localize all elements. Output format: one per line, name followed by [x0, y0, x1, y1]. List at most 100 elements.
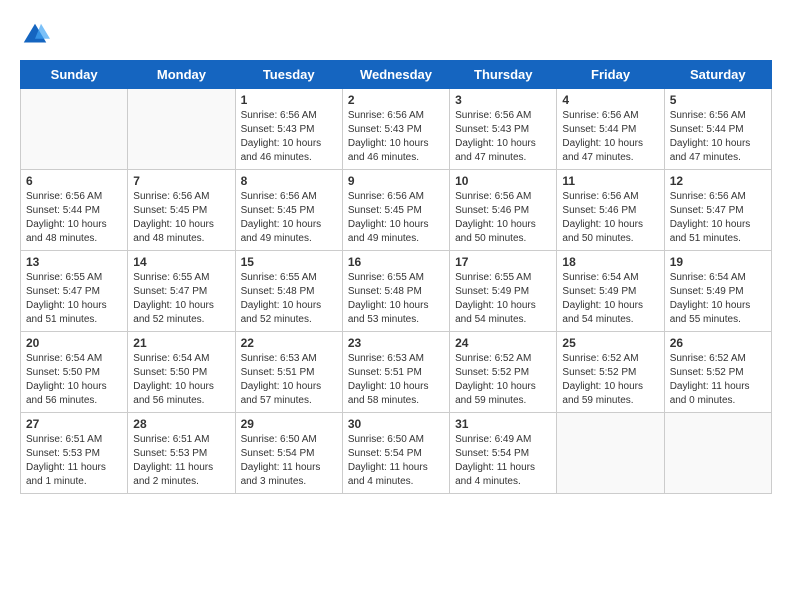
calendar-cell: 13 Sunrise: 6:55 AM Sunset: 5:47 PM Dayli… — [21, 251, 128, 332]
calendar-week-0: 1Sunrise: 6:56 AM Sunset: 5:43 PM Daylig… — [21, 89, 772, 170]
cell-content: Sunrise: 6:50 AM Sunset: 5:54 PM Dayligh… — [241, 433, 337, 489]
calendar-cell: 15 Sunrise: 6:55 AM Sunset: 5:48 PM Dayli… — [235, 251, 342, 332]
page-header — [20, 20, 772, 50]
cell-content: Sunrise: 6:56 AM Sunset: 5:46 PM Dayligh… — [562, 190, 658, 246]
day-number: 23 — [348, 336, 444, 350]
day-number: 20 — [26, 336, 122, 350]
calendar-cell: 12Sunrise: 6:56 AM Sunset: 5:47 PM Dayli… — [664, 170, 771, 251]
cell-content: Sunrise: 6:56 AM Sunset: 5:45 PM Dayligh… — [241, 190, 337, 246]
cell-content: Sunrise: 6:54 AM Sunset: 5:49 PM Dayligh… — [562, 271, 658, 327]
day-number: 11 — [562, 174, 658, 188]
day-number: 8 — [241, 174, 337, 188]
logo-icon — [20, 20, 50, 50]
calendar-cell: 27 Sunrise: 6:51 AM Sunset: 5:53 PM Dayli… — [21, 413, 128, 494]
calendar-cell: 21Sunrise: 6:54 AM Sunset: 5:50 PM Dayli… — [128, 332, 235, 413]
calendar-cell: 2Sunrise: 6:56 AM Sunset: 5:43 PM Daylig… — [342, 89, 449, 170]
cell-content: Sunrise: 6:55 AM Sunset: 5:48 PM Dayligh… — [241, 271, 337, 327]
calendar-cell: 22 Sunrise: 6:53 AM Sunset: 5:51 PM Dayli… — [235, 332, 342, 413]
day-number: 25 — [562, 336, 658, 350]
cell-content: Sunrise: 6:53 AM Sunset: 5:51 PM Dayligh… — [241, 352, 337, 408]
day-header-friday: Friday — [557, 61, 664, 89]
cell-content: Sunrise: 6:55 AM Sunset: 5:47 PM Dayligh… — [26, 271, 122, 327]
cell-content: Sunrise: 6:56 AM Sunset: 5:45 PM Dayligh… — [348, 190, 444, 246]
cell-content: Sunrise: 6:54 AM Sunset: 5:50 PM Dayligh… — [133, 352, 229, 408]
day-number: 12 — [670, 174, 766, 188]
calendar-cell: 30 Sunrise: 6:50 AM Sunset: 5:54 PM Dayli… — [342, 413, 449, 494]
days-header-row: SundayMondayTuesdayWednesdayThursdayFrid… — [21, 61, 772, 89]
calendar-cell: 24 Sunrise: 6:52 AM Sunset: 5:52 PM Dayli… — [450, 332, 557, 413]
calendar-cell: 8 Sunrise: 6:56 AM Sunset: 5:45 PM Daylig… — [235, 170, 342, 251]
cell-content: Sunrise: 6:56 AM Sunset: 5:46 PM Dayligh… — [455, 190, 551, 246]
cell-content: Sunrise: 6:52 AM Sunset: 5:52 PM Dayligh… — [562, 352, 658, 408]
calendar-cell — [664, 413, 771, 494]
cell-content: Sunrise: 6:55 AM Sunset: 5:47 PM Dayligh… — [133, 271, 229, 327]
day-header-sunday: Sunday — [21, 61, 128, 89]
cell-content: Sunrise: 6:51 AM Sunset: 5:53 PM Dayligh… — [26, 433, 122, 489]
day-number: 3 — [455, 93, 551, 107]
calendar-cell — [128, 89, 235, 170]
day-number: 10 — [455, 174, 551, 188]
calendar-table: SundayMondayTuesdayWednesdayThursdayFrid… — [20, 60, 772, 494]
logo — [20, 20, 52, 50]
day-number: 29 — [241, 417, 337, 431]
calendar-cell: 17 Sunrise: 6:55 AM Sunset: 5:49 PM Dayli… — [450, 251, 557, 332]
calendar-cell: 3Sunrise: 6:56 AM Sunset: 5:43 PM Daylig… — [450, 89, 557, 170]
cell-content: Sunrise: 6:56 AM Sunset: 5:43 PM Dayligh… — [241, 109, 337, 165]
calendar-cell: 4 Sunrise: 6:56 AM Sunset: 5:44 PM Daylig… — [557, 89, 664, 170]
day-number: 22 — [241, 336, 337, 350]
calendar-cell: 18 Sunrise: 6:54 AM Sunset: 5:49 PM Dayli… — [557, 251, 664, 332]
cell-content: Sunrise: 6:55 AM Sunset: 5:49 PM Dayligh… — [455, 271, 551, 327]
calendar-cell: 28 Sunrise: 6:51 AM Sunset: 5:53 PM Dayli… — [128, 413, 235, 494]
day-number: 9 — [348, 174, 444, 188]
calendar-cell: 23 Sunrise: 6:53 AM Sunset: 5:51 PM Dayli… — [342, 332, 449, 413]
calendar-cell: 31 Sunrise: 6:49 AM Sunset: 5:54 PM Dayli… — [450, 413, 557, 494]
day-header-thursday: Thursday — [450, 61, 557, 89]
calendar-week-4: 27 Sunrise: 6:51 AM Sunset: 5:53 PM Dayli… — [21, 413, 772, 494]
cell-content: Sunrise: 6:56 AM Sunset: 5:44 PM Dayligh… — [26, 190, 122, 246]
calendar-cell — [557, 413, 664, 494]
day-number: 31 — [455, 417, 551, 431]
calendar-week-1: 6 Sunrise: 6:56 AM Sunset: 5:44 PM Daylig… — [21, 170, 772, 251]
cell-content: Sunrise: 6:49 AM Sunset: 5:54 PM Dayligh… — [455, 433, 551, 489]
cell-content: Sunrise: 6:56 AM Sunset: 5:44 PM Dayligh… — [670, 109, 766, 165]
calendar-cell: 11 Sunrise: 6:56 AM Sunset: 5:46 PM Dayli… — [557, 170, 664, 251]
day-number: 17 — [455, 255, 551, 269]
calendar-cell: 29 Sunrise: 6:50 AM Sunset: 5:54 PM Dayli… — [235, 413, 342, 494]
day-header-tuesday: Tuesday — [235, 61, 342, 89]
cell-content: Sunrise: 6:55 AM Sunset: 5:48 PM Dayligh… — [348, 271, 444, 327]
day-number: 16 — [348, 255, 444, 269]
cell-content: Sunrise: 6:54 AM Sunset: 5:50 PM Dayligh… — [26, 352, 122, 408]
calendar-week-3: 20 Sunrise: 6:54 AM Sunset: 5:50 PM Dayli… — [21, 332, 772, 413]
cell-content: Sunrise: 6:52 AM Sunset: 5:52 PM Dayligh… — [670, 352, 766, 408]
day-header-monday: Monday — [128, 61, 235, 89]
calendar-cell: 7Sunrise: 6:56 AM Sunset: 5:45 PM Daylig… — [128, 170, 235, 251]
day-number: 4 — [562, 93, 658, 107]
day-number: 5 — [670, 93, 766, 107]
day-number: 28 — [133, 417, 229, 431]
day-number: 26 — [670, 336, 766, 350]
calendar-cell: 9 Sunrise: 6:56 AM Sunset: 5:45 PM Daylig… — [342, 170, 449, 251]
day-number: 13 — [26, 255, 122, 269]
calendar-cell: 1Sunrise: 6:56 AM Sunset: 5:43 PM Daylig… — [235, 89, 342, 170]
day-number: 24 — [455, 336, 551, 350]
calendar-cell: 26 Sunrise: 6:52 AM Sunset: 5:52 PM Dayli… — [664, 332, 771, 413]
cell-content: Sunrise: 6:52 AM Sunset: 5:52 PM Dayligh… — [455, 352, 551, 408]
day-number: 15 — [241, 255, 337, 269]
cell-content: Sunrise: 6:56 AM Sunset: 5:43 PM Dayligh… — [348, 109, 444, 165]
day-header-saturday: Saturday — [664, 61, 771, 89]
cell-content: Sunrise: 6:53 AM Sunset: 5:51 PM Dayligh… — [348, 352, 444, 408]
calendar-week-2: 13 Sunrise: 6:55 AM Sunset: 5:47 PM Dayli… — [21, 251, 772, 332]
day-number: 30 — [348, 417, 444, 431]
day-number: 14 — [133, 255, 229, 269]
calendar-cell — [21, 89, 128, 170]
cell-content: Sunrise: 6:56 AM Sunset: 5:44 PM Dayligh… — [562, 109, 658, 165]
day-header-wednesday: Wednesday — [342, 61, 449, 89]
day-number: 6 — [26, 174, 122, 188]
day-number: 27 — [26, 417, 122, 431]
cell-content: Sunrise: 6:51 AM Sunset: 5:53 PM Dayligh… — [133, 433, 229, 489]
day-number: 18 — [562, 255, 658, 269]
calendar-cell: 14 Sunrise: 6:55 AM Sunset: 5:47 PM Dayli… — [128, 251, 235, 332]
calendar-cell: 25 Sunrise: 6:52 AM Sunset: 5:52 PM Dayli… — [557, 332, 664, 413]
calendar-cell: 5 Sunrise: 6:56 AM Sunset: 5:44 PM Daylig… — [664, 89, 771, 170]
cell-content: Sunrise: 6:50 AM Sunset: 5:54 PM Dayligh… — [348, 433, 444, 489]
